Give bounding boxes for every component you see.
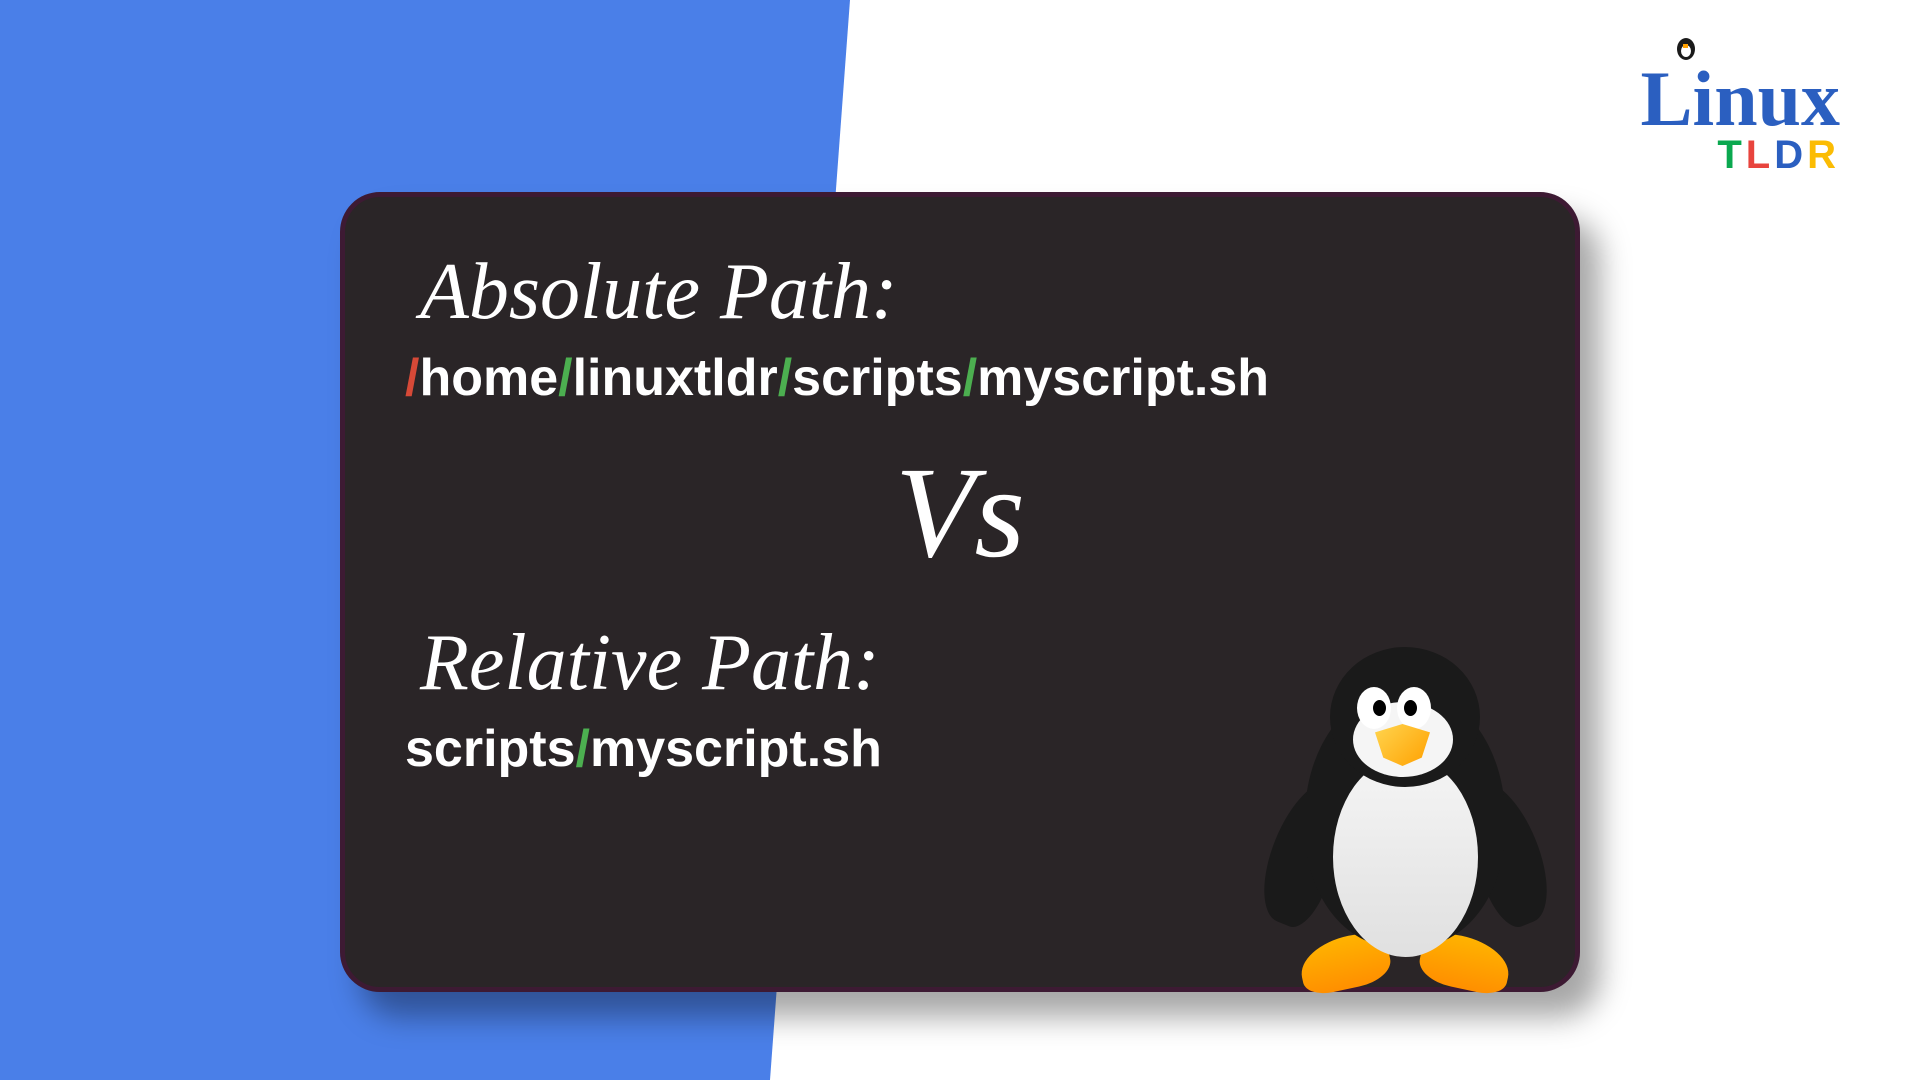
logo-main-text: Linux (1641, 60, 1840, 138)
path-slash: / (558, 349, 572, 407)
path-segment: scripts (405, 720, 576, 778)
path-slash: / (963, 349, 977, 407)
path-slash: / (778, 349, 792, 407)
path-segment: home (419, 349, 558, 407)
penguin-icon (1674, 32, 1698, 60)
path-slash: / (405, 349, 419, 407)
logo-linux-text: Linux (1641, 55, 1840, 142)
path-segment: scripts (792, 349, 963, 407)
absolute-path-heading: Absolute Path: (420, 247, 1515, 338)
absolute-path-value: /home/linuxtldr/scripts/myscript.sh (405, 348, 1515, 408)
path-segment: linuxtldr (573, 349, 778, 407)
path-segment: myscript.sh (590, 720, 882, 778)
linux-tldr-logo: Linux TLDR (1641, 60, 1840, 178)
tux-penguin-icon (1225, 637, 1585, 1037)
main-card: Absolute Path: /home/linuxtldr/scripts/m… (340, 192, 1580, 992)
vs-text: Vs (405, 438, 1515, 588)
path-segment: myscript.sh (977, 349, 1269, 407)
path-slash: / (576, 720, 590, 778)
